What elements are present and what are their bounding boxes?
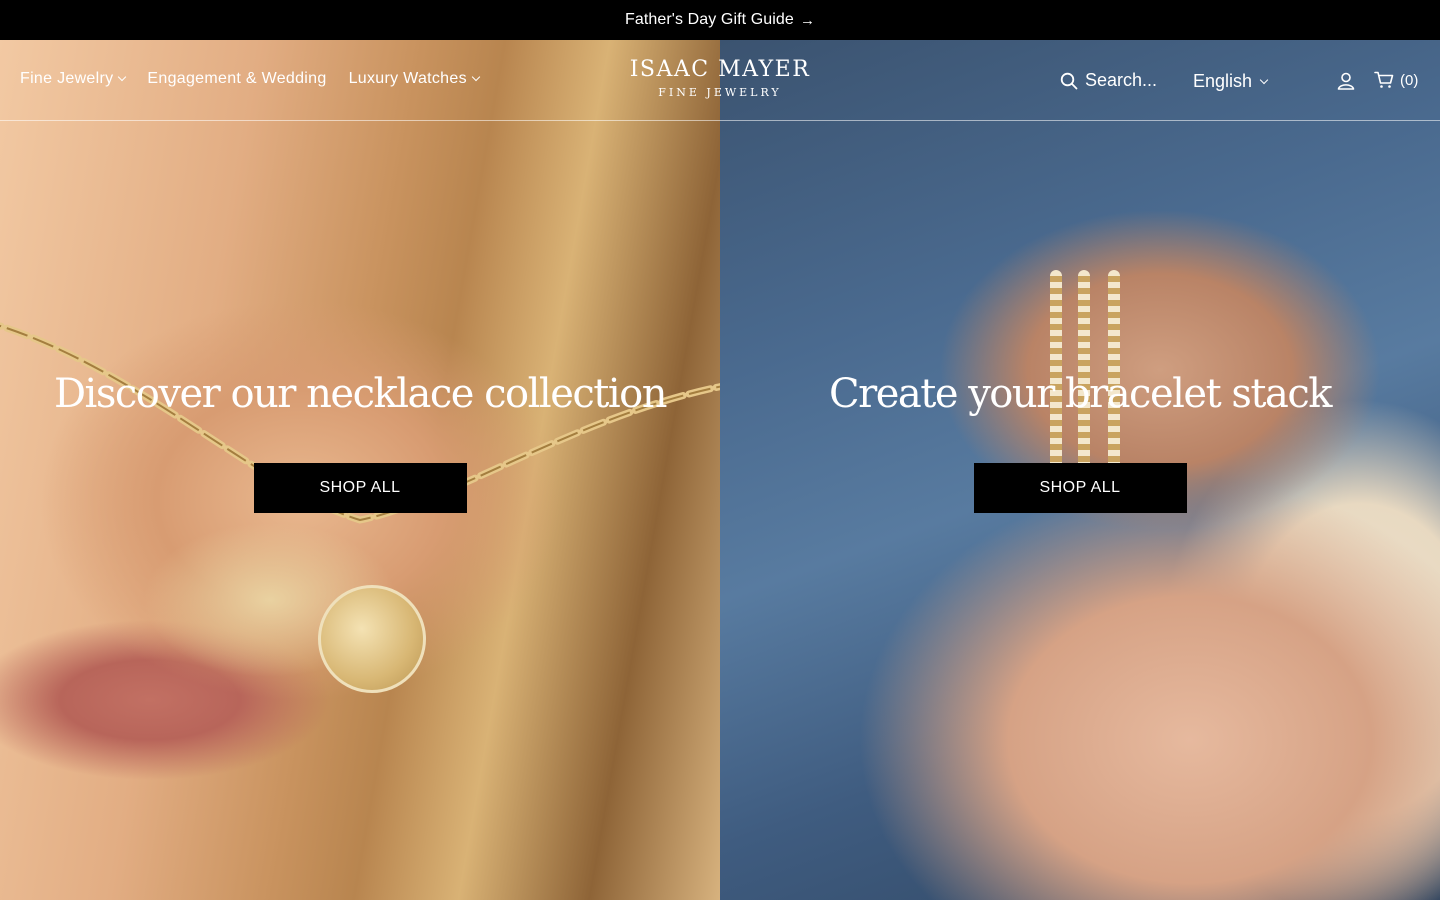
search-label: Search... (1085, 70, 1158, 90)
nav-item-label: Engagement & Wedding (147, 70, 327, 87)
nav-engagement-wedding[interactable]: Engagement & Wedding (147, 70, 326, 88)
search-icon (1060, 72, 1078, 89)
nav-fine-jewelry[interactable]: Fine Jewelry (20, 70, 127, 88)
account-button[interactable] (1337, 72, 1355, 95)
arrow-right-icon: → (799, 11, 816, 29)
logo-name: ISAAC MAYER (629, 57, 811, 82)
necklace-cta: Discover our necklace collection SHOP AL… (0, 370, 720, 513)
chevron-down-icon (118, 72, 127, 82)
announcement-text[interactable]: Father's Day Gift Guide (625, 11, 794, 29)
shop-all-bracelets-button[interactable]: SHOP ALL (973, 463, 1187, 513)
cart-button[interactable]: (0) (1374, 71, 1418, 89)
user-icon (1337, 72, 1355, 90)
necklace-heading: Discover our necklace collection (53, 371, 668, 417)
pendant-graphic (318, 585, 426, 693)
main-nav: Fine Jewelry Engagement & Wedding Luxury… (20, 70, 481, 88)
site-header: Fine Jewelry Engagement & Wedding Luxury… (0, 40, 1440, 121)
logo-tagline: FINE JEWELRY (658, 86, 782, 99)
bracelet-heading: Create your bracelet stack (829, 371, 1332, 417)
announcement-bar[interactable]: Father's Day Gift Guide → (0, 0, 1440, 40)
bracelet-cta: Create your bracelet stack SHOP ALL (720, 370, 1440, 513)
cart-count: (0) (1400, 71, 1419, 89)
site-logo[interactable]: ISAAC MAYER FINE JEWELRY (620, 57, 820, 99)
cart-icon (1374, 71, 1394, 88)
chevron-down-icon (471, 72, 481, 82)
language-selector[interactable]: English (1193, 71, 1269, 92)
search-button[interactable]: Search... (1060, 70, 1157, 91)
chevron-down-icon (1259, 75, 1269, 84)
nav-item-label: Luxury Watches (348, 70, 467, 87)
nav-luxury-watches[interactable]: Luxury Watches (348, 70, 481, 88)
nav-item-label: Fine Jewelry (20, 70, 114, 87)
language-label: English (1193, 71, 1253, 91)
shop-all-necklaces-button[interactable]: SHOP ALL (253, 463, 467, 513)
